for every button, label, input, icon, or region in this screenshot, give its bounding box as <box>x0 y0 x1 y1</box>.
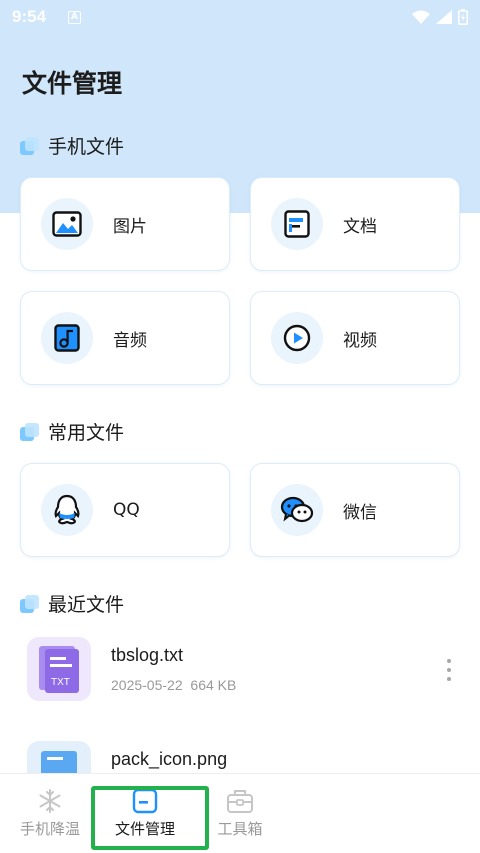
video-play-icon <box>271 312 323 364</box>
file-date: 2025-05-22 <box>111 677 183 693</box>
file-size: 664 KB <box>190 677 237 693</box>
music-icon <box>41 312 93 364</box>
snowflake-icon <box>39 789 61 813</box>
toolbox-icon <box>227 790 253 813</box>
nav-item-toolbox[interactable]: 工具箱 <box>205 774 275 853</box>
section-bullet-icon <box>20 136 40 155</box>
txt-file-thumbnail: TXT <box>27 637 91 701</box>
qq-icon <box>41 484 93 536</box>
card-documents[interactable]: 文档 <box>250 177 460 271</box>
file-name: pack_icon.png <box>111 749 228 769</box>
card-label: 微信 <box>343 502 377 523</box>
section-phone-files: 手机文件 <box>20 132 124 159</box>
card-label: 视频 <box>343 330 377 351</box>
card-label: 音频 <box>113 330 147 351</box>
thumb-type-label: TXT <box>51 677 70 688</box>
list-item[interactable]: TXT tbslog.txt 2025-05-22 664 KB <box>27 637 457 707</box>
wifi-icon <box>412 10 430 24</box>
card-video[interactable]: 视频 <box>250 291 460 385</box>
document-icon <box>271 198 323 250</box>
signal-icon <box>436 10 452 24</box>
active-tab-highlight <box>91 786 209 850</box>
notification-icon: A <box>68 10 82 24</box>
image-icon <box>41 198 93 250</box>
section-bullet-icon <box>20 594 40 613</box>
bottom-nav: 手机降温 文件管理 工具箱 <box>0 773 480 853</box>
card-images[interactable]: 图片 <box>20 177 230 271</box>
card-label: 文档 <box>343 216 377 237</box>
battery-icon <box>458 9 468 25</box>
card-audio[interactable]: 音频 <box>20 291 230 385</box>
status-bar: 9:54 A <box>0 0 480 34</box>
nav-item-cooling[interactable]: 手机降温 <box>10 774 90 853</box>
section-label: 常用文件 <box>48 422 125 444</box>
card-label: 图片 <box>113 216 147 237</box>
section-recent-files: 最近文件 <box>20 590 124 617</box>
more-options-icon[interactable] <box>441 655 457 685</box>
section-bullet-icon <box>20 422 40 441</box>
file-meta: 2025-05-22 664 KB <box>111 677 236 693</box>
wechat-icon <box>271 484 323 536</box>
card-label: QQ <box>113 500 140 520</box>
page-title: 文件管理 <box>22 69 123 98</box>
section-label: 最近文件 <box>48 594 125 616</box>
status-time: 9:54 <box>12 7 47 26</box>
section-label: 手机文件 <box>48 136 125 158</box>
file-name: tbslog.txt <box>111 645 184 665</box>
section-common-files: 常用文件 <box>20 418 124 445</box>
nav-label: 手机降温 <box>19 820 80 838</box>
nav-label: 工具箱 <box>217 820 263 838</box>
card-wechat[interactable]: 微信 <box>250 463 460 557</box>
card-qq[interactable]: QQ <box>20 463 230 557</box>
